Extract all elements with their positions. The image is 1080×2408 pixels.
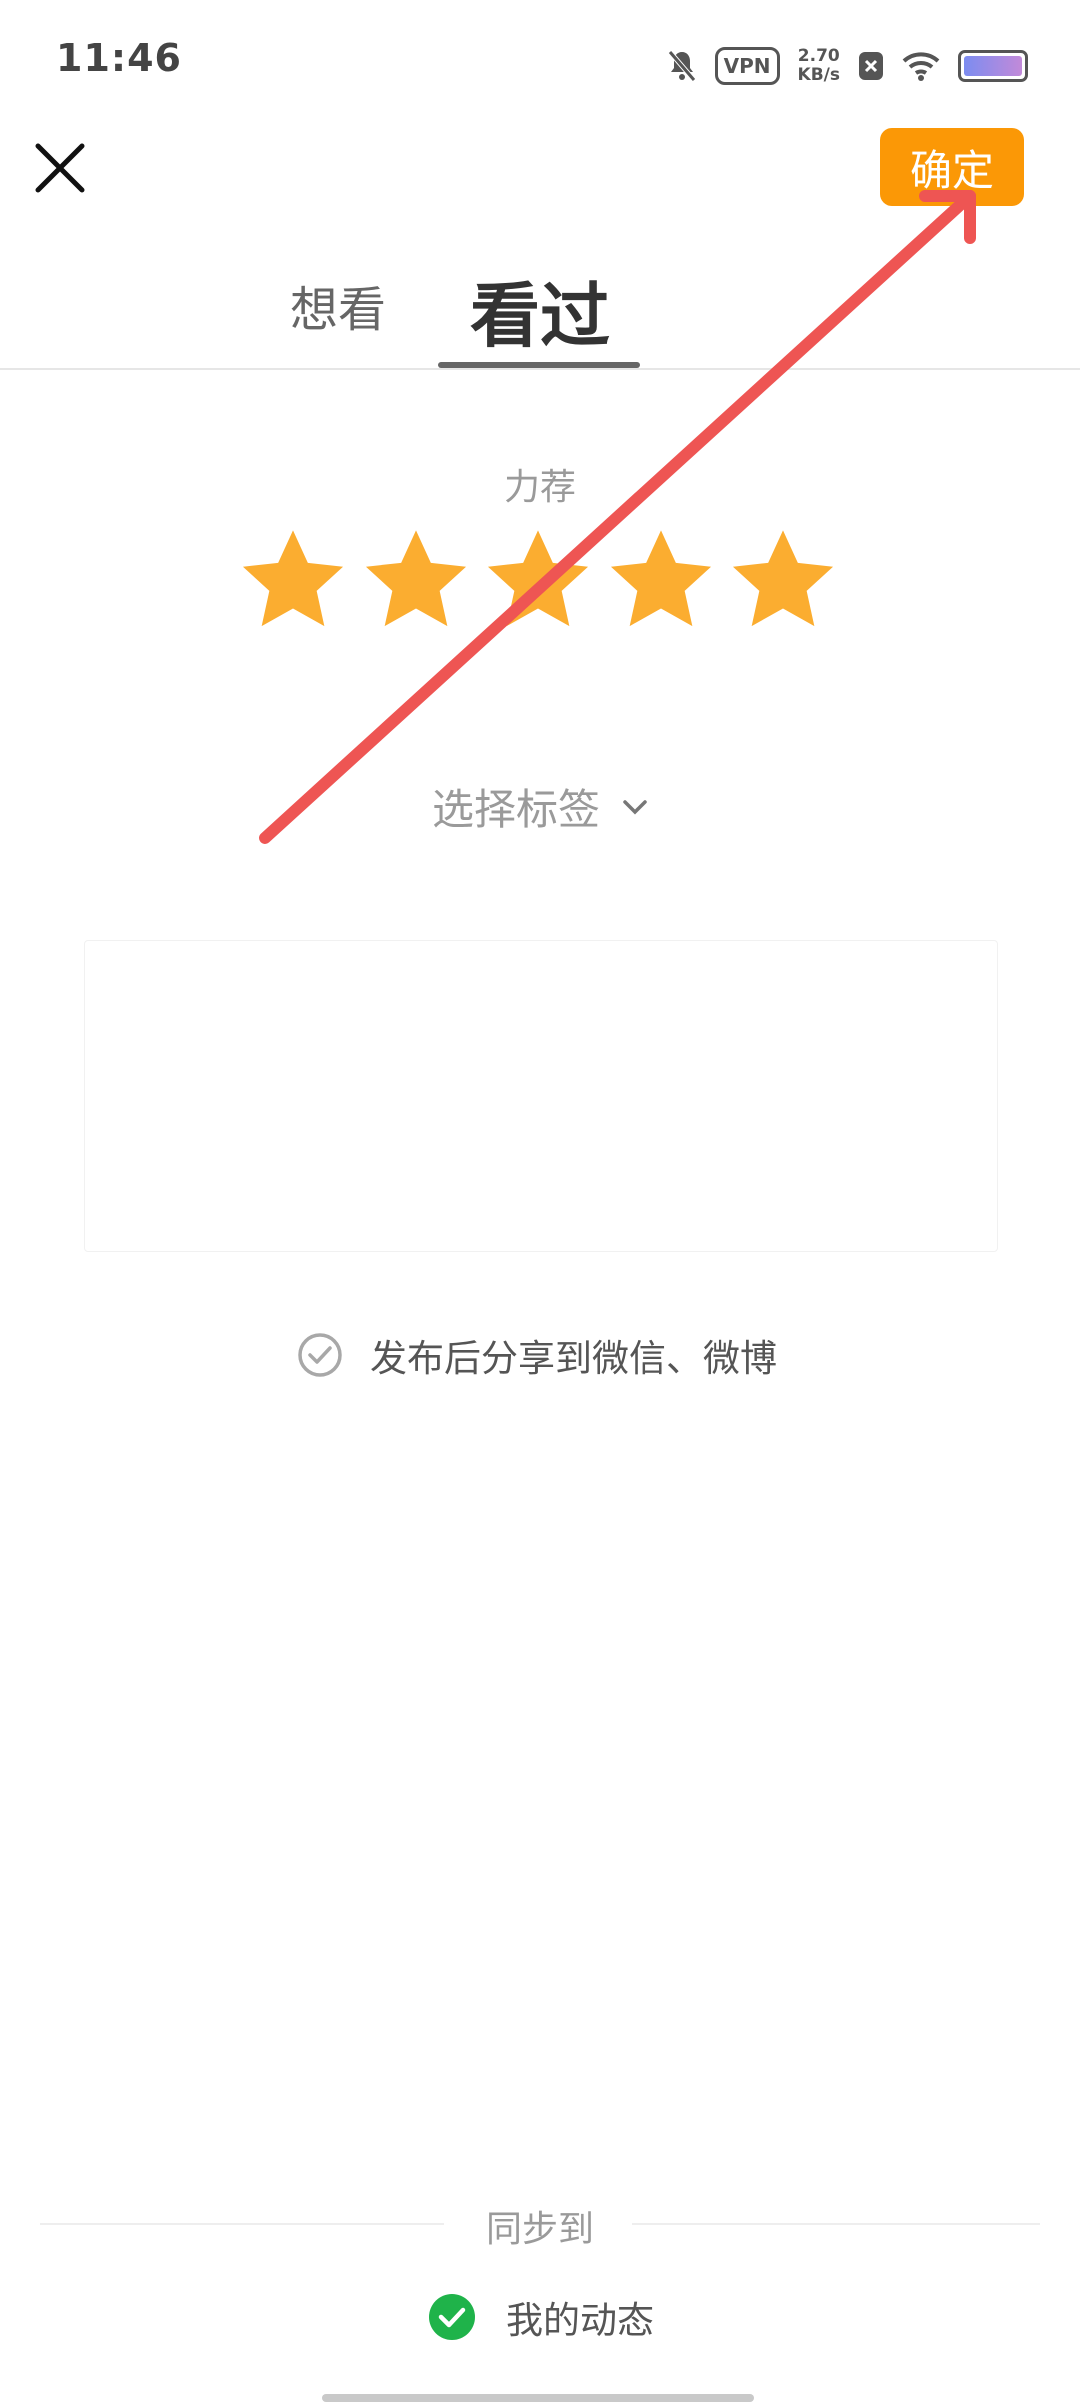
status-icons: VPN 2.70 KB/s — [667, 40, 1028, 92]
battery-icon — [958, 50, 1028, 82]
tag-selector[interactable]: 选择标签 — [0, 776, 1080, 837]
home-indicator[interactable] — [322, 2394, 754, 2402]
share-option[interactable]: 发布后分享到微信、微博 — [296, 1328, 777, 1382]
close-square-icon — [859, 52, 883, 80]
tab-watched[interactable]: 看过 — [470, 260, 610, 361]
check-circle-icon[interactable] — [428, 2293, 476, 2341]
sync-title: 同步到 — [485, 2209, 594, 2250]
star-icon[interactable] — [606, 526, 716, 636]
wifi-icon — [902, 52, 940, 81]
mute-bell-icon — [667, 50, 696, 82]
share-label: 发布后分享到微信、微博 — [370, 1337, 777, 1380]
status-time: 11:46 — [56, 36, 182, 80]
confirm-button[interactable]: 确定 — [880, 128, 1024, 206]
sync-my-feed-option[interactable]: 我的动态 — [428, 2290, 654, 2344]
star-icon[interactable] — [728, 526, 838, 636]
network-speed: 2.70 KB/s — [798, 47, 840, 85]
star-icon[interactable] — [361, 526, 471, 636]
star-icon[interactable] — [483, 526, 593, 636]
vpn-badge: VPN — [714, 47, 780, 85]
rating-label: 力荐 — [503, 467, 576, 508]
chevron-down-icon — [623, 799, 647, 814]
sync-divider-right — [632, 2223, 1040, 2225]
star-icon[interactable] — [238, 526, 348, 636]
sync-target-label: 我的动态 — [506, 2299, 654, 2342]
tab-want-to-watch[interactable]: 想看 — [290, 270, 386, 340]
network-speed-unit: KB/s — [797, 65, 840, 85]
close-icon[interactable] — [30, 138, 90, 198]
tab-divider — [0, 368, 1080, 370]
tag-selector-label: 选择标签 — [431, 785, 600, 834]
network-speed-value: 2.70 — [797, 46, 840, 66]
star-rating[interactable] — [238, 526, 838, 642]
share-checkbox-icon[interactable] — [296, 1331, 344, 1379]
comment-input[interactable] — [84, 940, 998, 1252]
